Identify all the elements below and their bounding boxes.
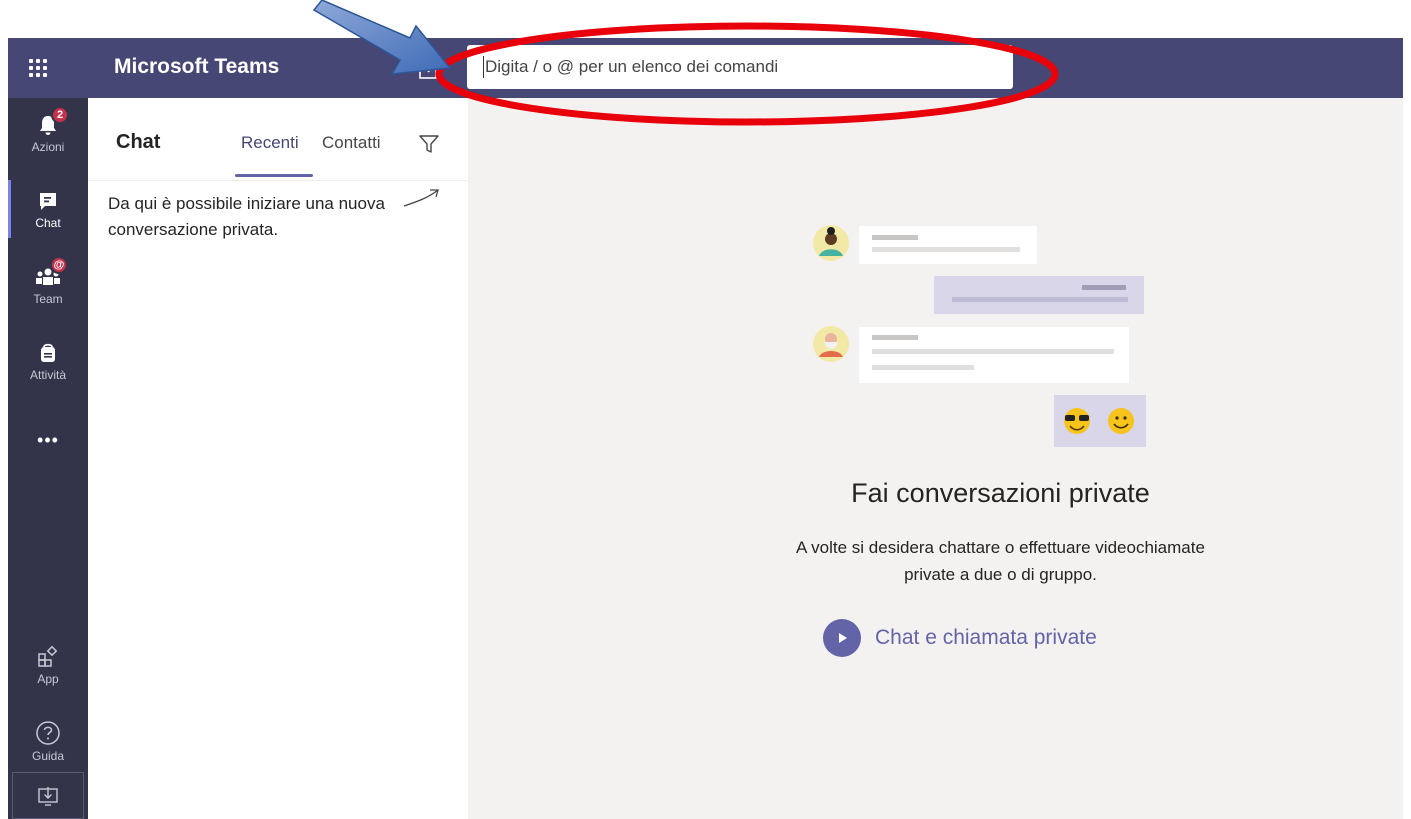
rail-item-azioni[interactable]: Azioni 2 <box>8 98 88 168</box>
apps-icon <box>38 645 58 667</box>
rail-item-guida[interactable]: Guida <box>8 706 88 776</box>
blue-pointer-arrow <box>312 0 452 75</box>
teams-window: Microsoft Teams Digita / o @ per un elen… <box>8 38 1411 819</box>
chat-icon <box>40 192 56 210</box>
rail-label: Chat <box>35 215 61 230</box>
rail-label: Azioni <box>31 139 65 154</box>
description-line: private a due o di gruppo. <box>904 565 1097 584</box>
rail-item-attivita[interactable]: Attività <box>8 326 88 396</box>
active-tab-indicator <box>235 174 313 177</box>
tab-contatti[interactable]: Contatti <box>322 133 381 153</box>
download-app-button[interactable] <box>12 772 84 819</box>
chat-list-pane: Chat Recenti Contatti Da qui è possibile… <box>88 98 468 819</box>
help-icon <box>36 720 60 745</box>
tab-recenti[interactable]: Recenti <box>241 133 299 153</box>
backpack-icon <box>41 343 55 362</box>
chat-list-header: Chat Recenti Contatti <box>88 98 468 181</box>
rail-item-app[interactable]: App <box>8 630 88 700</box>
rail-item-team[interactable]: Team @ <box>8 250 88 320</box>
description-line: A volte si desidera chattare o effettuar… <box>796 538 1205 557</box>
arrow-up-right-icon <box>403 189 439 207</box>
cta-label: Chat e chiamata private <box>875 626 1097 649</box>
waffle-icon <box>29 59 47 77</box>
mention-badge: @ <box>50 256 68 274</box>
play-icon <box>823 619 861 657</box>
chat-illustration <box>813 225 1146 447</box>
red-highlight-ellipse <box>435 22 1059 126</box>
new-chat-hint: Da qui è possibile iniziare una nuova co… <box>108 194 385 239</box>
main-content: Fai conversazioni private A volte si des… <box>468 98 1403 819</box>
app-title: Microsoft Teams <box>114 55 280 78</box>
more-apps-button[interactable]: ••• <box>8 430 88 451</box>
rail-item-chat[interactable]: Chat <box>8 174 88 244</box>
rail-label: Attività <box>29 367 66 382</box>
rail-label: App <box>37 671 59 686</box>
download-icon <box>38 786 58 806</box>
filter-icon[interactable] <box>418 133 440 155</box>
app-rail: Azioni 2 Chat Team @ Attività ••• App Gu… <box>8 98 88 819</box>
main-title: Fai conversazioni private <box>851 478 1150 508</box>
notification-badge: 2 <box>51 106 69 124</box>
rail-label: Guida <box>31 748 65 763</box>
app-launcher-button[interactable] <box>8 38 68 98</box>
main-description: A volte si desidera chattare o effettuar… <box>468 534 1411 588</box>
private-chat-video-link[interactable]: Chat e chiamata private <box>823 619 1097 657</box>
rail-label: Team <box>33 291 63 306</box>
chat-list-title: Chat <box>116 131 161 153</box>
